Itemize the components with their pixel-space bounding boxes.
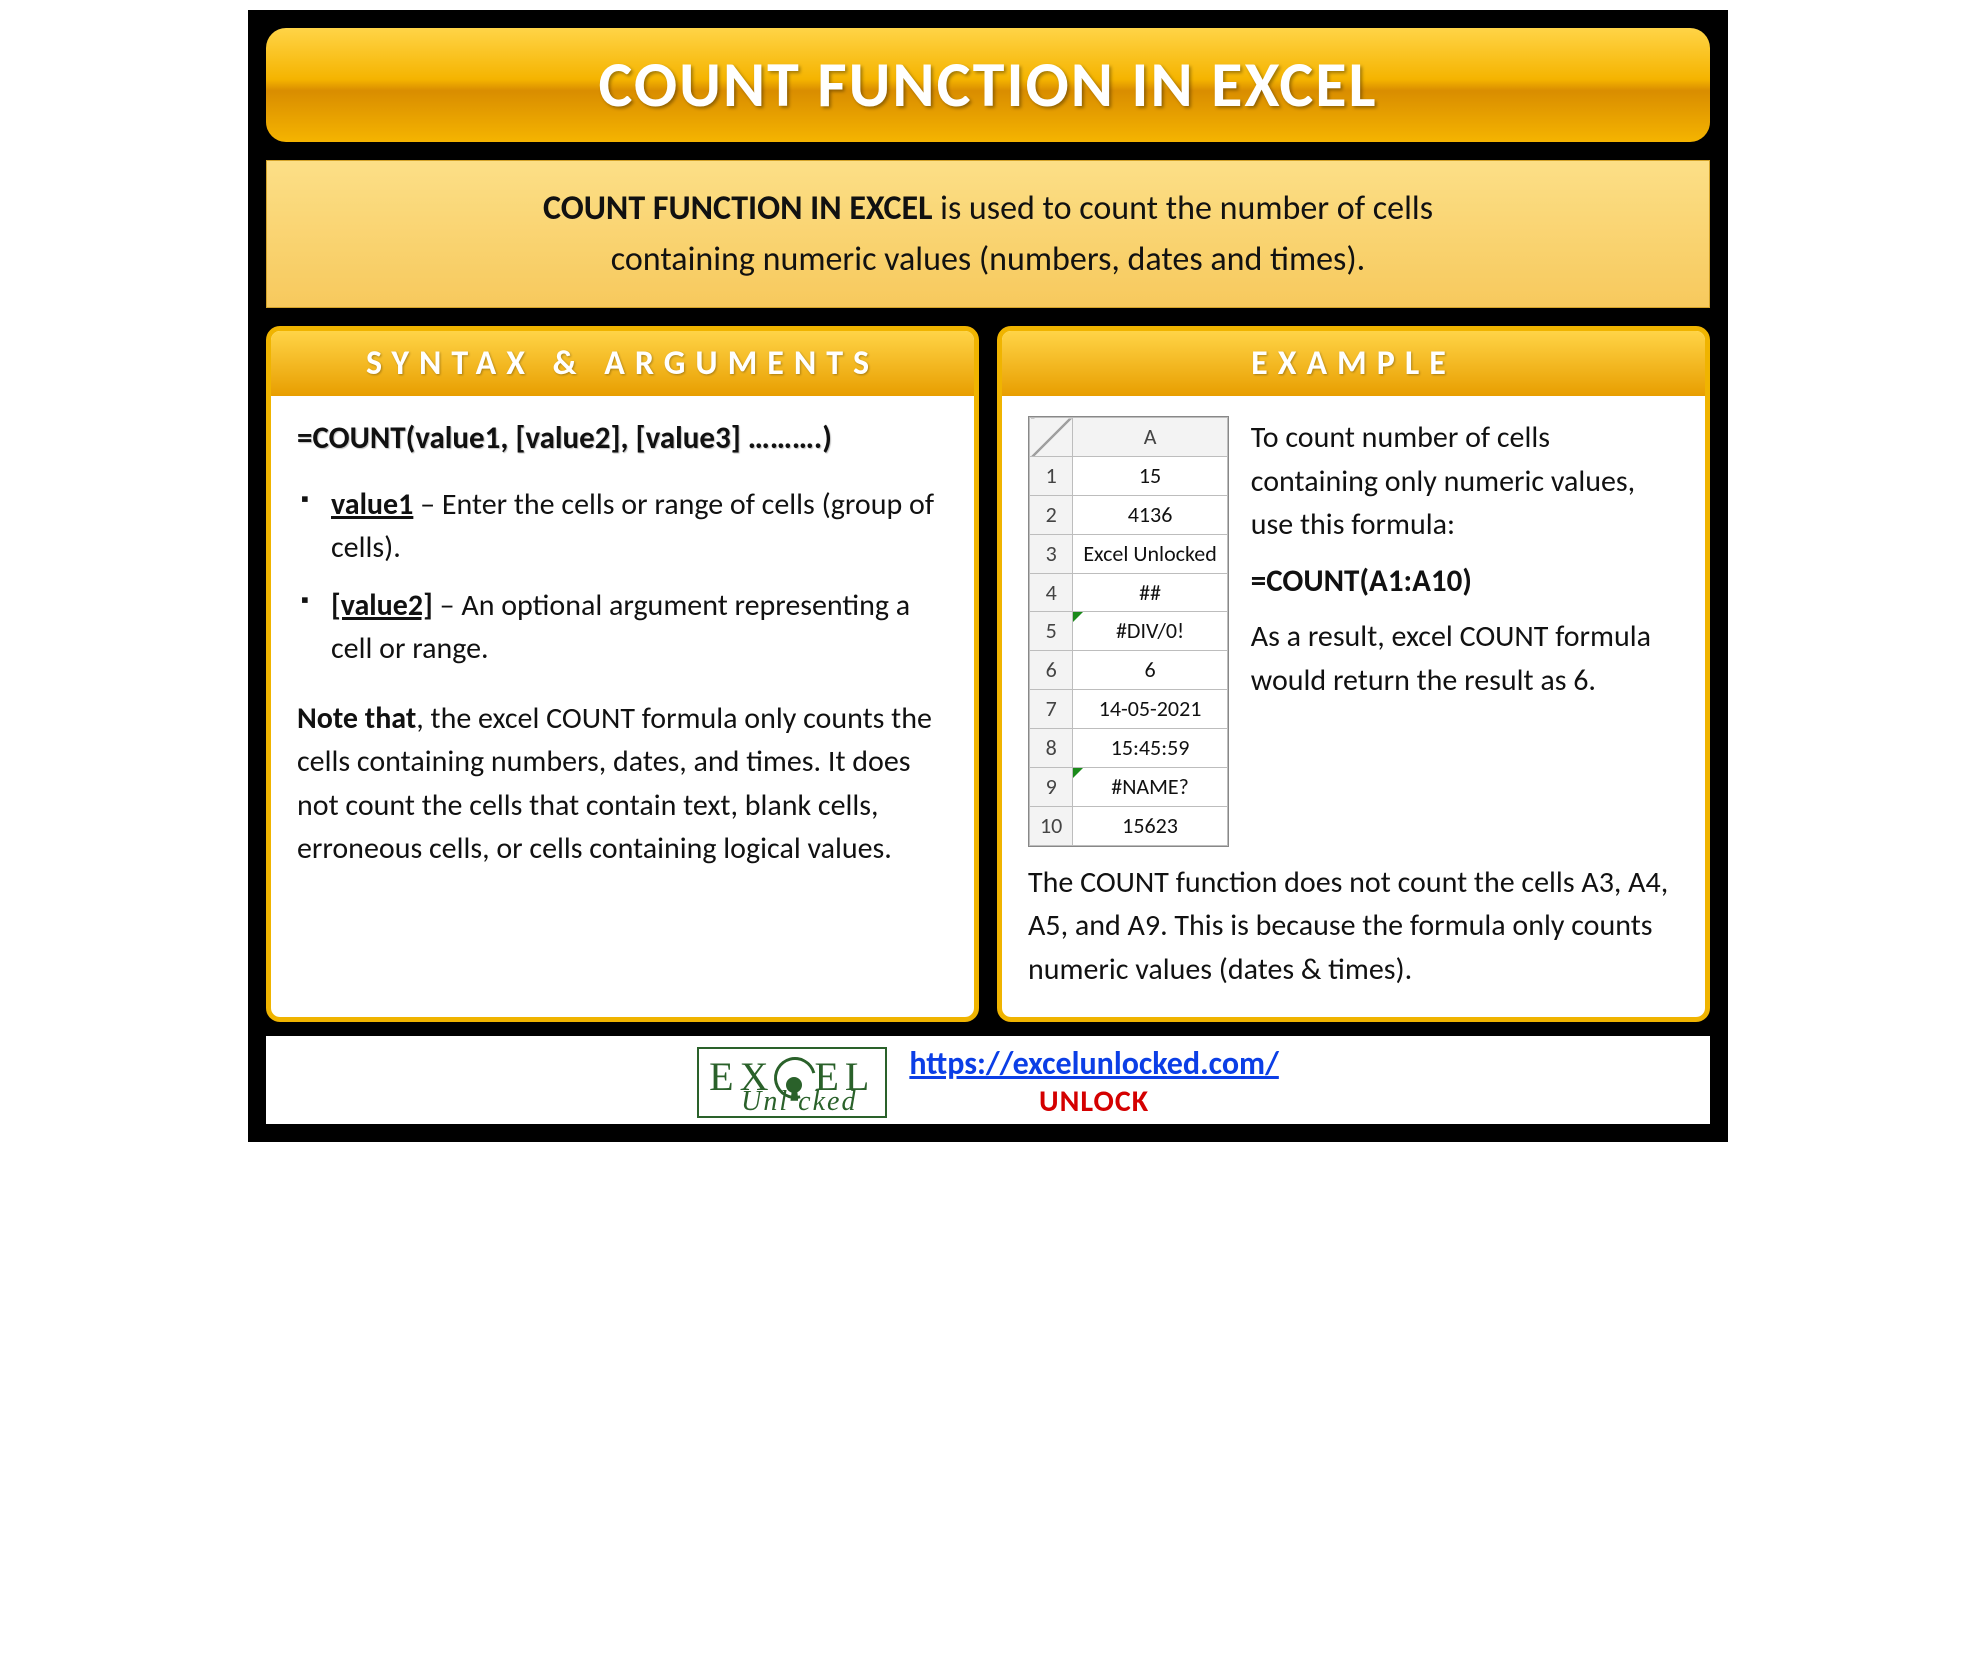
arg-name: [value2]	[331, 587, 433, 624]
footer-unlock: UNLOCK	[909, 1083, 1278, 1120]
example-below: The COUNT function does not count the ce…	[1028, 861, 1679, 992]
sheet-row: 1015623	[1030, 806, 1228, 845]
argument-item: [value2] – An optional argument represen…	[297, 584, 948, 671]
logo: EX EL Unl cked	[697, 1047, 887, 1118]
sheet-row-number: 9	[1030, 768, 1073, 807]
syntax-note: Note that, the excel COUNT formula only …	[297, 697, 948, 871]
example-intro: To count number of cells containing only…	[1251, 416, 1679, 547]
title-banner: COUNT FUNCTION IN EXCEL	[266, 28, 1710, 142]
sheet-header-row: A	[1030, 418, 1228, 457]
sheet-row: 66	[1030, 651, 1228, 690]
sheet-row-number: 1	[1030, 456, 1073, 495]
example-result: As a result, excel COUNT formula would r…	[1251, 615, 1679, 702]
sheet-col-header: A	[1073, 418, 1227, 457]
example-header: EXAMPLE	[1002, 331, 1705, 396]
sheet-cell: 15	[1073, 456, 1227, 495]
sheet-row: 3Excel Unlocked	[1030, 534, 1228, 573]
logo-c-icon	[772, 1055, 816, 1099]
arg-desc: – Enter the cells or range of cells (gro…	[331, 486, 934, 567]
intro-box: COUNT FUNCTION IN EXCEL is used to count…	[266, 160, 1710, 308]
intro-text-2: containing numeric values (numbers, date…	[611, 239, 1365, 280]
sheet-row-number: 3	[1030, 534, 1073, 573]
footer-right: https://excelunlocked.com/ UNLOCK	[909, 1044, 1278, 1120]
example-top-row: A 115241363Excel Unlocked4##5#DIV/0!6671…	[1028, 416, 1679, 847]
sheet-row: 24136	[1030, 495, 1228, 534]
syntax-body: =COUNT(value1, [value2], [value3] ……….) …	[271, 396, 974, 1017]
sheet-cell: 15:45:59	[1073, 729, 1227, 768]
argument-item: value1 – Enter the cells or range of cel…	[297, 483, 948, 570]
example-side-text: To count number of cells containing only…	[1251, 416, 1679, 847]
example-body: A 115241363Excel Unlocked4##5#DIV/0!6671…	[1002, 396, 1705, 1017]
note-strong: Note that	[297, 700, 416, 737]
columns: SYNTAX & ARGUMENTS =COUNT(value1, [value…	[266, 326, 1710, 1022]
sheet-row: 5#DIV/0!	[1030, 612, 1228, 651]
sheet-row: 714-05-2021	[1030, 690, 1228, 729]
sheet-row-number: 8	[1030, 729, 1073, 768]
intro-text-1: is used to count the number of cells	[932, 188, 1433, 229]
sheet-row: 815:45:59	[1030, 729, 1228, 768]
sheet-row-number: 10	[1030, 806, 1073, 845]
sheet-cell: #NAME?	[1073, 768, 1227, 807]
sheet-cell: ##	[1073, 573, 1227, 612]
syntax-header: SYNTAX & ARGUMENTS	[271, 331, 974, 396]
sheet-row: 115	[1030, 456, 1228, 495]
syntax-formula: =COUNT(value1, [value2], [value3] ……….)	[297, 416, 948, 461]
sheet-row-number: 7	[1030, 690, 1073, 729]
page-title: COUNT FUNCTION IN EXCEL	[276, 46, 1700, 124]
infographic-frame: COUNT FUNCTION IN EXCEL COUNT FUNCTION I…	[248, 10, 1728, 1142]
footer: EX EL Unl cked https://excelunlocked.com…	[266, 1036, 1710, 1124]
sheet-cell: 15623	[1073, 806, 1227, 845]
argument-list: value1 – Enter the cells or range of cel…	[297, 483, 948, 671]
mini-spreadsheet: A 115241363Excel Unlocked4##5#DIV/0!6671…	[1028, 416, 1229, 847]
keyhole-icon	[786, 1077, 802, 1093]
sheet-corner	[1030, 418, 1073, 457]
arg-name: value1	[331, 486, 413, 523]
sheet-cell: 6	[1073, 651, 1227, 690]
sheet-row-number: 5	[1030, 612, 1073, 651]
sheet-row: 9#NAME?	[1030, 768, 1228, 807]
sheet-row-number: 2	[1030, 495, 1073, 534]
sheet-row: 4##	[1030, 573, 1228, 612]
sheet-row-number: 6	[1030, 651, 1073, 690]
sheet-cell: Excel Unlocked	[1073, 534, 1227, 573]
intro-strong: COUNT FUNCTION IN EXCEL	[543, 188, 932, 229]
example-panel: EXAMPLE A 115241363Excel Unlocked4##5#DI…	[997, 326, 1710, 1022]
example-formula: =COUNT(A1:A10)	[1251, 559, 1679, 604]
sheet-cell: #DIV/0!	[1073, 612, 1227, 651]
sheet-row-number: 4	[1030, 573, 1073, 612]
sheet-table: A 115241363Excel Unlocked4##5#DIV/0!6671…	[1029, 417, 1228, 846]
sheet-cell: 14-05-2021	[1073, 690, 1227, 729]
sheet-cell: 4136	[1073, 495, 1227, 534]
footer-link[interactable]: https://excelunlocked.com/	[909, 1044, 1278, 1083]
syntax-panel: SYNTAX & ARGUMENTS =COUNT(value1, [value…	[266, 326, 979, 1022]
